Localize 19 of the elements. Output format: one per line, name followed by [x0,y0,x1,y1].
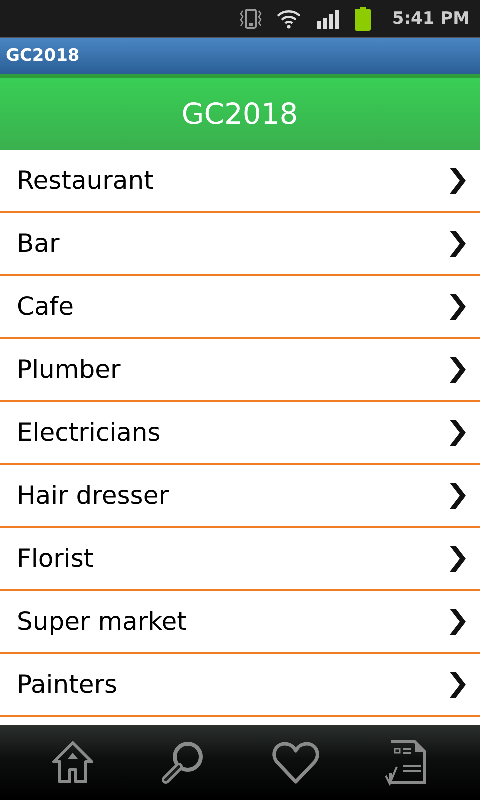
home-icon[interactable] [50,740,95,786]
list-item[interactable]: Hair dresser [0,465,480,528]
header-title: GC2018 [182,97,298,131]
clock: 5:41 PM [392,8,470,28]
signal-icon [316,8,340,28]
list-item[interactable]: Electricians [0,402,480,465]
list-item[interactable]: Bar [0,213,480,276]
list-item[interactable]: Florist [0,528,480,591]
list-item[interactable]: Painters [0,654,480,717]
list-item[interactable]: Super market [0,591,480,654]
wifi-icon [276,8,302,30]
list-item[interactable]: Cafe [0,276,480,339]
checklist-icon[interactable] [385,740,430,786]
list-item[interactable]: Restaurant [0,150,480,213]
window-title: GC2018 [0,38,480,78]
vibrate-icon [240,8,262,30]
battery-icon [354,6,372,30]
list-item[interactable]: Plumber [0,339,480,402]
heart-icon[interactable] [272,740,320,784]
